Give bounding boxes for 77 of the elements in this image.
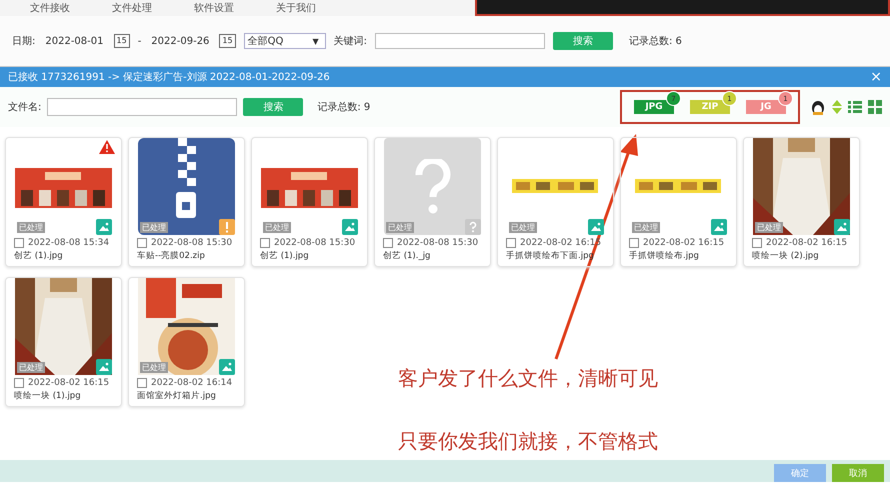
image-icon[interactable] (588, 219, 604, 235)
file-name: 创艺 (1).jpg (13, 250, 64, 262)
checkbox[interactable] (383, 238, 393, 248)
record-count: 记录总数: 6 (628, 34, 682, 48)
date-label: 日期: (12, 34, 36, 48)
file-time: 2022-08-08 15:30 (151, 238, 232, 248)
file-name: 喷绘一块 (1).jpg (13, 390, 82, 402)
file-card[interactable]: 已处理 2022-08-08 15:30 创艺 (1)._jg (374, 137, 491, 267)
image-icon[interactable] (342, 219, 358, 235)
zip-file-icon (138, 138, 235, 235)
dialog-title: 已接收 1773261991 -> 保定速彩广告-刘源 2022-08-01-2022-09-26 (8, 70, 330, 84)
status-label: 已处理 (509, 222, 537, 233)
checkbox[interactable] (260, 238, 270, 248)
annotation-text: 只要你发我们就接，不管格式 (398, 428, 658, 455)
keyword-field[interactable] (374, 33, 545, 49)
menu-item[interactable]: 文件接收 (30, 1, 70, 15)
status-label: 已处理 (17, 362, 45, 373)
status-label: 已处理 (263, 222, 291, 233)
list-view-icon[interactable] (848, 101, 862, 113)
menu-item[interactable]: 关于我们 (276, 1, 316, 15)
checkbox[interactable] (137, 238, 147, 248)
checkbox[interactable] (752, 238, 762, 248)
image-icon[interactable] (96, 359, 112, 375)
file-name: 喷绘一块 (2).jpg (751, 250, 820, 262)
account-dropdown[interactable]: 全部QQ ▼ (244, 33, 326, 49)
end-date[interactable]: 2022-09-26 (149, 36, 212, 46)
file-card[interactable]: 已处理 2022-08-08 15:30 车贴--亮膜02.zip (128, 137, 245, 267)
record-count: 记录总数: 9 (317, 100, 370, 114)
status-label: 已处理 (632, 222, 660, 233)
file-name: 面馆室外灯箱片.jpg (136, 390, 217, 402)
file-type-tag[interactable]: JPG (634, 100, 674, 114)
image-icon[interactable] (711, 219, 727, 235)
file-card[interactable]: 已处理 2022-08-08 15:34 创艺 (1).jpg (5, 137, 122, 267)
file-name: 手抓饼喷绘布.jpg (628, 250, 700, 262)
annotation-text: 客户发了什么文件，清晰可见 (398, 365, 658, 392)
menu-item[interactable]: 文件处理 (112, 1, 152, 15)
menu-item[interactable]: 软件设置 (194, 1, 234, 15)
status-label: 已处理 (386, 222, 414, 233)
file-name-label: 文件名: (8, 100, 42, 114)
file-time: 2022-08-02 16:15 (28, 378, 110, 388)
checkbox[interactable] (14, 378, 24, 388)
status-label: 已处理 (140, 222, 168, 233)
status-label: 已处理 (17, 222, 45, 233)
file-name-field[interactable] (47, 98, 238, 116)
file-name: 创艺 (1)._jg (382, 250, 432, 262)
image-icon[interactable] (96, 219, 112, 235)
status-label: 已处理 (755, 222, 783, 233)
calendar-button[interactable]: 15 (114, 34, 130, 48)
file-time: 2022-08-08 15:34 (28, 238, 110, 248)
image-icon[interactable] (219, 359, 235, 375)
file-card[interactable]: 已处理 2022-08-02 16:15 喷绘一块 (1).jpg (5, 277, 122, 407)
file-card[interactable]: 已处理 2022-08-02 16:15 手抓饼喷绘布.jpg (620, 137, 737, 267)
checkbox[interactable] (506, 238, 516, 248)
file-name: 创艺 (1).jpg (259, 250, 310, 262)
checkbox[interactable] (629, 238, 639, 248)
grid-view-icon[interactable] (868, 100, 882, 114)
checkbox[interactable] (137, 378, 147, 388)
file-time: 2022-08-08 15:30 (274, 238, 356, 248)
file-time: 2022-08-02 16:15 (643, 238, 724, 248)
file-card[interactable]: 已处理 2022-08-02 16:14 面馆室外灯箱片.jpg (128, 277, 245, 407)
unknown-file-icon (384, 138, 481, 235)
file-time: 2022-08-02 16:15 (766, 238, 848, 248)
penguin-icon[interactable] (810, 98, 826, 116)
sort-icon[interactable] (832, 100, 842, 114)
file-time: 2022-08-08 15:30 (397, 238, 478, 248)
file-name: 车贴--亮膜02.zip (136, 250, 206, 262)
image-icon[interactable] (834, 219, 850, 235)
checkbox[interactable] (14, 238, 24, 248)
file-card[interactable]: 已处理 2022-08-08 15:30 创艺 (1).jpg (251, 137, 368, 267)
calendar-button[interactable]: 15 (219, 34, 236, 48)
file-time: 2022-08-02 16:14 (151, 378, 232, 388)
status-label: 已处理 (140, 362, 168, 373)
date-separator: - (138, 36, 142, 46)
keyword-label: 关键词: (334, 34, 367, 48)
alert-icon[interactable] (219, 219, 235, 235)
start-date[interactable]: 2022-08-01 (43, 36, 106, 46)
file-card[interactable]: 已处理 2022-08-02 16:15 喷绘一块 (2).jpg (743, 137, 860, 267)
